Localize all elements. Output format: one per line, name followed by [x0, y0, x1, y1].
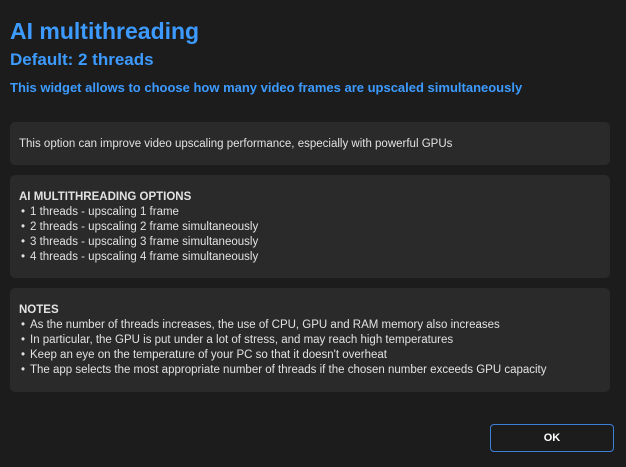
options-list-item: • 4 threads - upscaling 4 frame simultane… — [19, 250, 604, 265]
notes-card: NOTES • As the number of threads increase… — [10, 288, 610, 392]
info-card: This option can improve video upscaling … — [10, 122, 610, 165]
notes-list-item-text: The app selects the most appropriate num… — [30, 364, 547, 376]
notes-list-item: • As the number of threads increases, the… — [19, 318, 604, 333]
options-list-item: • 2 threads - upscaling 2 frame simultane… — [19, 220, 604, 235]
options-list-item-text: 4 threads - upscaling 4 frame simultaneo… — [30, 251, 259, 263]
bullet-icon: • — [21, 319, 26, 331]
notes-list-item: • Keep an eye on the temperature of your … — [19, 348, 604, 363]
bullet-icon: • — [21, 251, 26, 263]
bullet-icon: • — [21, 334, 26, 346]
options-list-item: • 3 threads - upscaling 3 frame simultane… — [19, 235, 604, 250]
options-list-item: • 1 threads - upscaling 1 frame — [19, 205, 604, 220]
notes-list-item-text: In particular, the GPU is put under a lo… — [30, 334, 454, 346]
info-card-text: This option can improve video upscaling … — [19, 138, 453, 150]
dialog-description: This widget allows to choose how many vi… — [10, 80, 523, 95]
bullet-icon: • — [21, 236, 26, 248]
bullet-icon: • — [21, 364, 26, 376]
bullet-icon: • — [21, 221, 26, 233]
notes-list-item: • In particular, the GPU is put under a l… — [19, 333, 604, 348]
options-list-item-text: 2 threads - upscaling 2 frame simultaneo… — [30, 221, 259, 233]
notes-card-heading: NOTES — [19, 304, 59, 316]
bullet-icon: • — [21, 349, 26, 361]
dialog-subtitle: Default: 2 threads — [10, 50, 154, 69]
dialog-title: AI multithreading — [10, 18, 200, 44]
bullet-icon: • — [21, 206, 26, 218]
options-list-item-text: 1 threads - upscaling 1 frame — [30, 206, 179, 218]
notes-list-item: • The app selects the most appropriate nu… — [19, 363, 604, 378]
options-card-heading: AI MULTITHREADING OPTIONS — [19, 191, 192, 203]
ai-multithreading-dialog: AI multithreading Default: 2 threads Thi… — [0, 0, 626, 467]
ok-button[interactable]: OK — [490, 424, 614, 452]
options-list-item-text: 3 threads - upscaling 3 frame simultaneo… — [30, 236, 259, 248]
options-card: AI MULTITHREADING OPTIONS • 1 threads - u… — [10, 175, 610, 278]
notes-list-item-text: Keep an eye on the temperature of your P… — [30, 349, 387, 361]
notes-list-item-text: As the number of threads increases, the … — [30, 319, 500, 331]
